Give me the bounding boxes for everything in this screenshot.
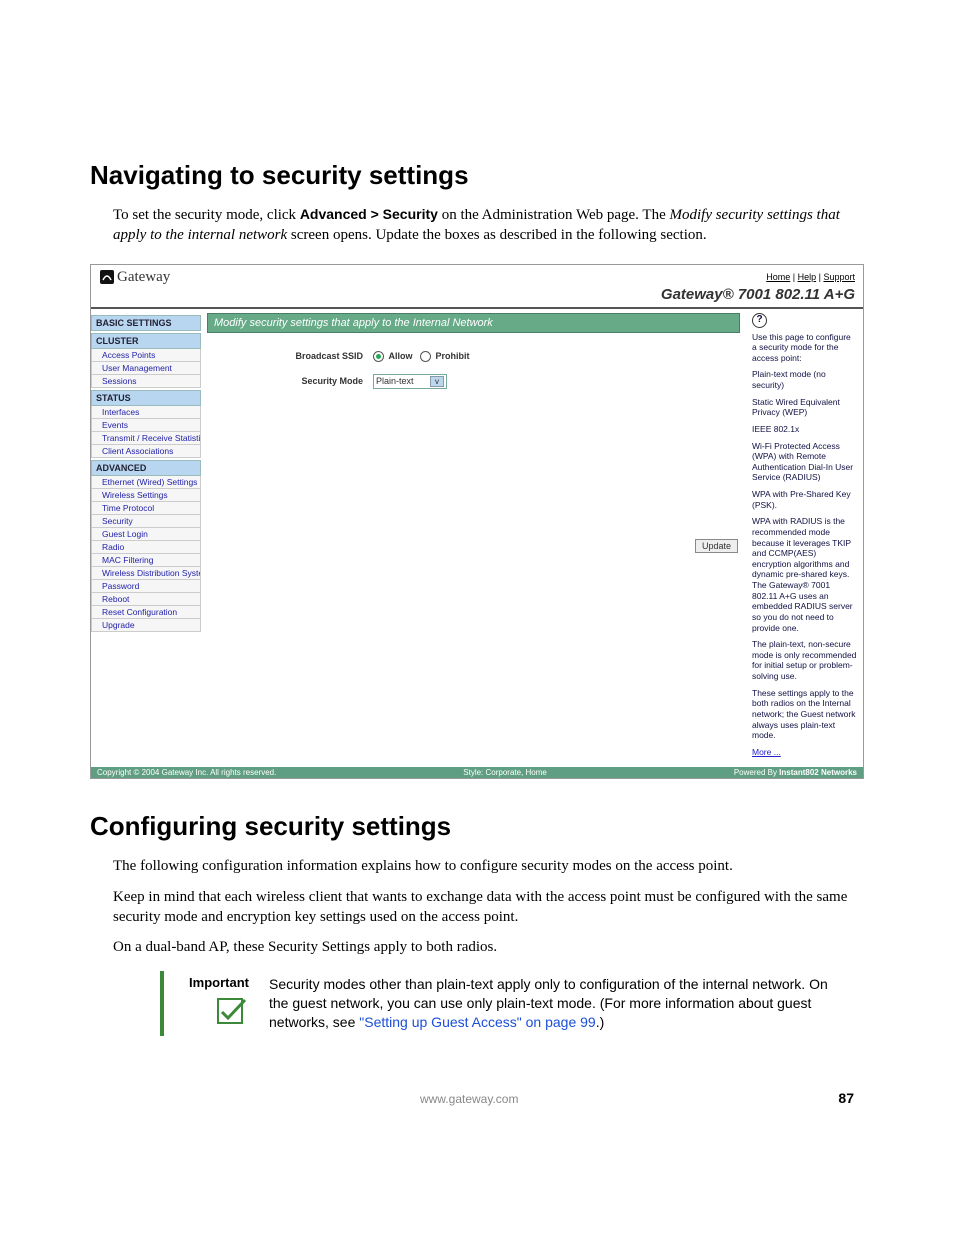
page-footer: www.gateway.com 87: [90, 1050, 864, 1106]
text: on the Administration Web page. The: [438, 207, 670, 223]
help-text: Wi-Fi Protected Access (WPA) with Remote…: [752, 441, 857, 484]
nav-sidebar: BASIC SETTINGS CLUSTER Access Points Use…: [91, 309, 201, 768]
radio-allow-label: Allow: [389, 351, 413, 361]
text: To set the security mode, click: [113, 207, 300, 223]
radio-prohibit[interactable]: [420, 351, 431, 362]
page-number: 87: [838, 1090, 854, 1106]
select-value: Plain-text: [376, 376, 414, 386]
panel-title: Modify security settings that apply to t…: [207, 313, 740, 333]
gateway-logo: Gateway: [99, 269, 170, 286]
nav-header-status[interactable]: STATUS: [91, 390, 201, 406]
radio-prohibit-label: Prohibit: [436, 351, 470, 361]
nav-item[interactable]: Interfaces: [91, 406, 201, 419]
nav-item[interactable]: User Management: [91, 362, 201, 375]
link-support[interactable]: Support: [823, 272, 855, 282]
gateway-logo-text: Gateway: [117, 269, 170, 286]
nav-item[interactable]: Password: [91, 580, 201, 593]
footer-url: www.gateway.com: [420, 1092, 518, 1106]
nav-item[interactable]: Security: [91, 515, 201, 528]
cross-ref-link[interactable]: "Setting up Guest Access" on page 99: [359, 1014, 595, 1030]
select-security-mode[interactable]: Plain-text v: [373, 374, 447, 389]
nav-item[interactable]: Client Associations: [91, 445, 201, 458]
paragraph-nav-intro: To set the security mode, click Advanced…: [90, 205, 864, 246]
heading-navigating: Navigating to security settings: [90, 160, 864, 191]
link-help[interactable]: Help: [798, 272, 817, 282]
nav-item[interactable]: Access Points: [91, 349, 201, 362]
update-button[interactable]: Update: [695, 539, 738, 553]
help-text: Use this page to configure a security mo…: [752, 332, 857, 364]
nav-item[interactable]: Events: [91, 419, 201, 432]
checkmark-icon: [215, 996, 249, 1026]
footer-copyright: Copyright © 2004 Gateway Inc. All rights…: [97, 768, 276, 777]
help-text: The plain-text, non-secure mode is only …: [752, 639, 857, 682]
nav-item[interactable]: Time Protocol: [91, 502, 201, 515]
nav-header-advanced[interactable]: ADVANCED: [91, 460, 201, 476]
radio-group-broadcast: Allow Prohibit: [373, 351, 470, 362]
link-home[interactable]: Home: [766, 272, 790, 282]
nav-item[interactable]: Guest Login: [91, 528, 201, 541]
top-links: Home | Help | Support: [766, 272, 855, 282]
nav-item[interactable]: Reboot: [91, 593, 201, 606]
nav-header-cluster[interactable]: CLUSTER: [91, 333, 201, 349]
text-bold: Advanced > Security: [300, 206, 438, 222]
paragraph-conf-1: The following configuration information …: [90, 856, 864, 876]
help-icon: ?: [752, 313, 767, 328]
paragraph-conf-2: Keep in mind that each wireless client t…: [90, 887, 864, 928]
nav-item[interactable]: MAC Filtering: [91, 554, 201, 567]
device-model: Gateway® 7001 802.11 A+G: [91, 286, 863, 309]
text: screen opens. Update the boxes as descri…: [287, 227, 706, 243]
paragraph-conf-3: On a dual-band AP, these Security Settin…: [90, 937, 864, 957]
admin-screenshot: Gateway Home | Help | Support Gateway® 7…: [90, 264, 864, 780]
nav-item[interactable]: Wireless Distribution System: [91, 567, 201, 580]
help-more-link[interactable]: More ...: [752, 747, 781, 757]
help-panel: ? Use this page to configure a security …: [746, 309, 863, 768]
nav-item[interactable]: Upgrade: [91, 619, 201, 632]
footer-powered: Powered By Instant802 Networks: [734, 768, 857, 777]
help-text: Static Wired Equivalent Privacy (WEP): [752, 397, 857, 418]
screenshot-footer: Copyright © 2004 Gateway Inc. All rights…: [91, 767, 863, 778]
nav-header-basic[interactable]: BASIC SETTINGS: [91, 315, 201, 331]
important-text: Security modes other than plain-text app…: [259, 971, 864, 1036]
help-text: These settings apply to the both radios …: [752, 688, 857, 741]
help-text: IEEE 802.1x: [752, 424, 857, 435]
nav-item[interactable]: Reset Configuration: [91, 606, 201, 619]
radio-allow[interactable]: [373, 351, 384, 362]
important-callout: Important Security modes other than plai…: [160, 971, 864, 1036]
heading-configuring: Configuring security settings: [90, 811, 864, 842]
main-panel: Modify security settings that apply to t…: [201, 309, 746, 768]
help-text: WPA with Pre-Shared Key (PSK).: [752, 489, 857, 510]
help-text: Plain-text mode (no security): [752, 369, 857, 390]
label-security-mode: Security Mode: [213, 376, 373, 386]
label-broadcast-ssid: Broadcast SSID: [213, 351, 373, 361]
important-label: Important: [164, 975, 249, 990]
nav-item[interactable]: Radio: [91, 541, 201, 554]
footer-style: Style: Corporate, Home: [463, 768, 547, 777]
nav-item[interactable]: Transmit / Receive Statistics: [91, 432, 201, 445]
gateway-logo-icon: [99, 269, 115, 285]
nav-item[interactable]: Ethernet (Wired) Settings: [91, 476, 201, 489]
chevron-down-icon: v: [430, 376, 444, 387]
nav-item[interactable]: Wireless Settings: [91, 489, 201, 502]
help-text: WPA with RADIUS is the recommended mode …: [752, 516, 857, 633]
nav-item[interactable]: Sessions: [91, 375, 201, 388]
text: .): [596, 1014, 605, 1030]
